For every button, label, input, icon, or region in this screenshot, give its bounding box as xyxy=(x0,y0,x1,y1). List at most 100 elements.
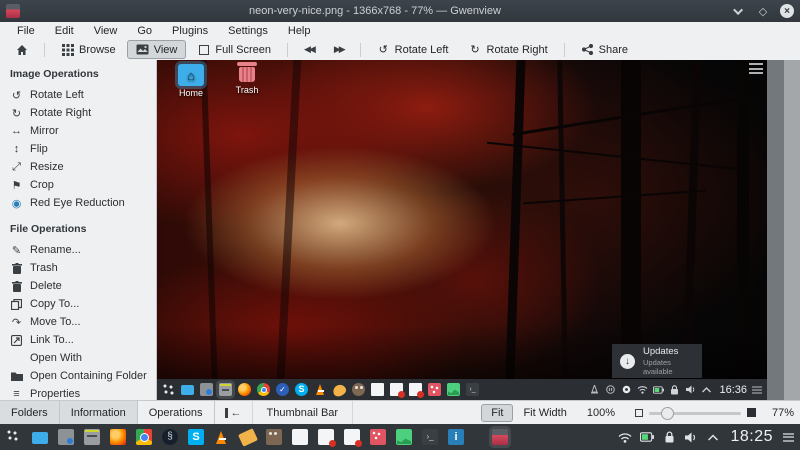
download-icon: ↓ xyxy=(620,354,635,369)
view-button[interactable]: View xyxy=(127,40,187,59)
trash-icon xyxy=(10,263,23,274)
sidebar-link-to[interactable]: Link To... xyxy=(10,331,156,349)
chrome-icon[interactable] xyxy=(136,429,152,445)
sidebar-copy-to[interactable]: Copy To... xyxy=(10,295,156,313)
screenshot-tool-icon[interactable] xyxy=(58,429,74,445)
info-app-icon[interactable]: i xyxy=(448,429,464,445)
battery-icon[interactable] xyxy=(640,430,654,444)
tab-operations[interactable]: Operations xyxy=(138,401,215,424)
share-icon xyxy=(581,43,594,56)
zoom-slider[interactable] xyxy=(649,406,741,420)
menu-settings[interactable]: Settings xyxy=(219,24,277,38)
rotate-right-button[interactable]: ↻ Rotate Right xyxy=(460,40,557,59)
slider-handle[interactable] xyxy=(661,407,674,420)
terminal-icon[interactable]: ›_ xyxy=(422,429,438,445)
gimp-icon[interactable] xyxy=(266,429,282,445)
sidebar-rotate-left[interactable]: ↺Rotate Left xyxy=(10,86,156,104)
viewed-image-wallpaper: ⌂ Home Trash ↓ Updates Updates available xyxy=(157,60,767,400)
system-monitor-icon[interactable] xyxy=(396,429,412,445)
zoom-100-button[interactable]: 100% xyxy=(577,404,625,422)
window-list-icon[interactable] xyxy=(32,432,48,444)
volume-icon[interactable] xyxy=(684,430,698,444)
notification-subtitle: Updates available xyxy=(643,358,694,376)
screenshot-tool-icon xyxy=(200,383,213,396)
system-taskbar: S ›_ i 18:25 xyxy=(0,424,800,450)
skype-icon[interactable]: S xyxy=(188,429,204,445)
inner-menu-icon xyxy=(752,386,762,394)
share-button[interactable]: Share xyxy=(572,40,637,59)
menu-view[interactable]: View xyxy=(85,24,127,38)
sidebar-tabs: Folders Information Operations xyxy=(0,401,215,424)
sidebar-resize[interactable]: ⤢Resize xyxy=(10,158,156,176)
tab-label: Operations xyxy=(149,407,203,419)
next-image-button[interactable]: ▶▶ xyxy=(325,40,353,59)
sidebar-mirror[interactable]: ↔Mirror xyxy=(10,122,156,140)
browse-button[interactable]: Browse xyxy=(52,40,125,59)
zoom-out-icon[interactable] xyxy=(635,409,643,417)
maximize-button[interactable]: ◇ xyxy=(756,4,770,18)
caret-up-icon[interactable] xyxy=(706,430,720,444)
sidebar-rotate-right[interactable]: ↻Rotate Right xyxy=(10,104,156,122)
sidebar-crop[interactable]: ⚑Crop xyxy=(10,176,156,194)
document-view-icon[interactable] xyxy=(344,429,360,445)
view-label: View xyxy=(154,44,178,56)
vlc-icon[interactable] xyxy=(214,429,230,445)
rotate-left-button[interactable]: ↺ Rotate Left xyxy=(368,40,458,59)
zoom-in-icon[interactable] xyxy=(747,408,756,417)
vertical-scrollbar[interactable] xyxy=(767,60,784,400)
document-edit-icon[interactable] xyxy=(318,429,334,445)
trash-lid-icon xyxy=(237,62,257,66)
sidebar-delete[interactable]: Delete xyxy=(10,277,156,295)
properties-icon: ≡ xyxy=(10,388,23,400)
home-button[interactable] xyxy=(6,40,37,59)
steam-icon[interactable] xyxy=(162,429,178,445)
menu-go[interactable]: Go xyxy=(128,24,161,38)
image-view[interactable]: ⌂ Home Trash ↓ Updates Updates available xyxy=(157,60,800,400)
sidebar-open-with[interactable]: Open With xyxy=(10,349,156,367)
statusbar: Folders Information Operations ← Thumbna… xyxy=(0,400,800,424)
sidebar-properties[interactable]: ≡Properties xyxy=(10,385,156,400)
fit-width-button[interactable]: Fit Width xyxy=(513,404,576,422)
text-document-icon xyxy=(371,383,384,396)
lock-icon[interactable] xyxy=(662,430,676,444)
menu-edit[interactable]: Edit xyxy=(46,24,83,38)
toggle-sidebar-button[interactable]: ← xyxy=(215,401,253,424)
scrollbar-track[interactable] xyxy=(784,60,800,400)
network-icon[interactable] xyxy=(618,430,632,444)
text-document-icon[interactable] xyxy=(292,429,308,445)
firefox-icon[interactable] xyxy=(110,429,126,445)
close-button[interactable]: × xyxy=(780,4,794,18)
sidebar-red-eye-reduction[interactable]: ◉Red Eye Reduction xyxy=(10,194,156,212)
sidebar-rename[interactable]: ✎Rename... xyxy=(10,241,156,259)
menu-plugins[interactable]: Plugins xyxy=(163,24,217,38)
red-grid-app-icon[interactable] xyxy=(370,429,386,445)
inner-screenshot-taskbar: ✓ S ›_ xyxy=(157,379,767,400)
red-eye-icon: ◉ xyxy=(10,197,23,210)
thumbnail-bar-button[interactable]: Thumbnail Bar xyxy=(253,401,354,424)
file-manager-icon[interactable] xyxy=(84,429,100,445)
home-folder-icon: ⌂ xyxy=(178,64,204,86)
menu-file[interactable]: File xyxy=(8,24,44,38)
sidebar-move-to[interactable]: ↷Move To... xyxy=(10,313,156,331)
panel-menu-icon[interactable] xyxy=(783,433,794,442)
sidebar-item-label: Copy To... xyxy=(30,298,79,310)
document-edit-icon xyxy=(390,383,403,396)
sidebar-trash[interactable]: Trash xyxy=(10,259,156,277)
previous-image-button[interactable]: ◀◀ xyxy=(295,40,323,59)
sidebar-flip[interactable]: ↕Flip xyxy=(10,140,156,158)
app-launcher-icon[interactable] xyxy=(6,429,22,445)
window-list-icon xyxy=(181,385,194,395)
menu-help[interactable]: Help xyxy=(279,24,320,38)
sidebar-open-containing-folder[interactable]: Open Containing Folder xyxy=(10,367,156,385)
image-operations-header: Image Operations xyxy=(10,68,156,80)
viewer-context-menu-icon[interactable] xyxy=(749,63,763,74)
search-status-icon xyxy=(621,384,632,395)
tab-folders[interactable]: Folders xyxy=(0,401,60,424)
banana-app-icon[interactable] xyxy=(238,428,258,447)
toolbar-separator xyxy=(564,43,565,57)
minimize-button[interactable] xyxy=(732,4,746,18)
tab-information[interactable]: Information xyxy=(60,401,138,424)
fit-button[interactable]: Fit xyxy=(481,404,513,422)
gwenview-icon[interactable] xyxy=(492,429,508,445)
fullscreen-button[interactable]: Full Screen xyxy=(188,40,280,59)
